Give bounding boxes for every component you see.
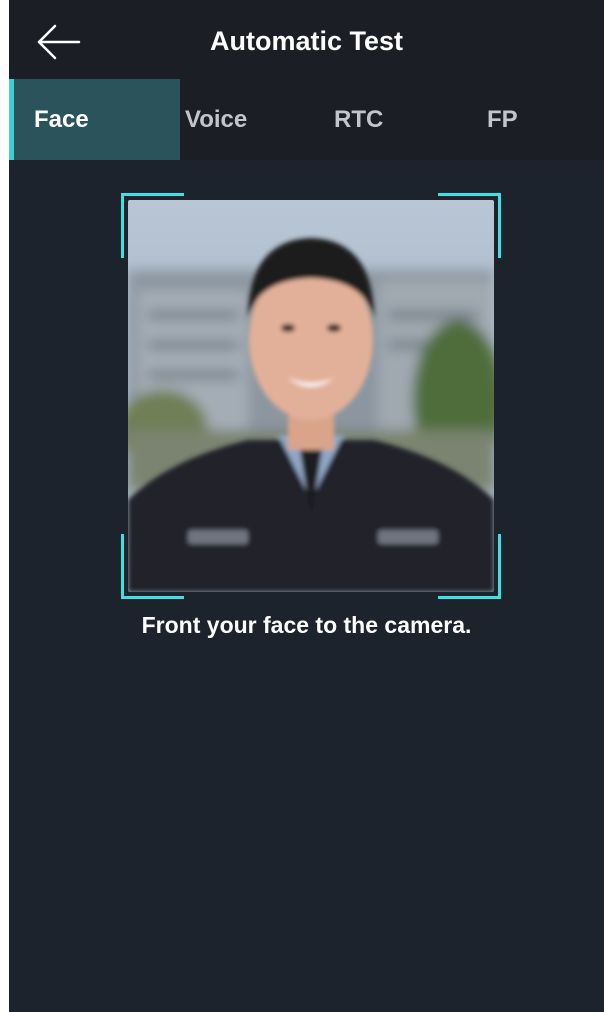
frame-corner-bottom-right — [438, 534, 501, 599]
frame-corner-top-right — [438, 193, 501, 258]
face-capture-area — [121, 193, 501, 599]
frame-corner-top-left — [121, 193, 184, 258]
screen: Automatic Test Face Voice RTC FP Front y… — [0, 0, 604, 1012]
app-window: Automatic Test Face Voice RTC FP Front y… — [9, 0, 604, 1012]
instruction-text: Front your face to the camera. — [141, 612, 472, 638]
tab-rtc[interactable]: RTC — [334, 79, 383, 160]
tab-fp[interactable]: FP — [487, 79, 518, 160]
frame-corner-bottom-left — [121, 534, 184, 599]
tab-bar: Face Voice RTC FP — [9, 79, 604, 160]
header-bar: Automatic Test — [9, 0, 604, 79]
page-title: Automatic Test — [209, 26, 404, 56]
tab-voice[interactable]: Voice — [185, 79, 247, 160]
tab-face[interactable]: Face — [9, 79, 180, 160]
